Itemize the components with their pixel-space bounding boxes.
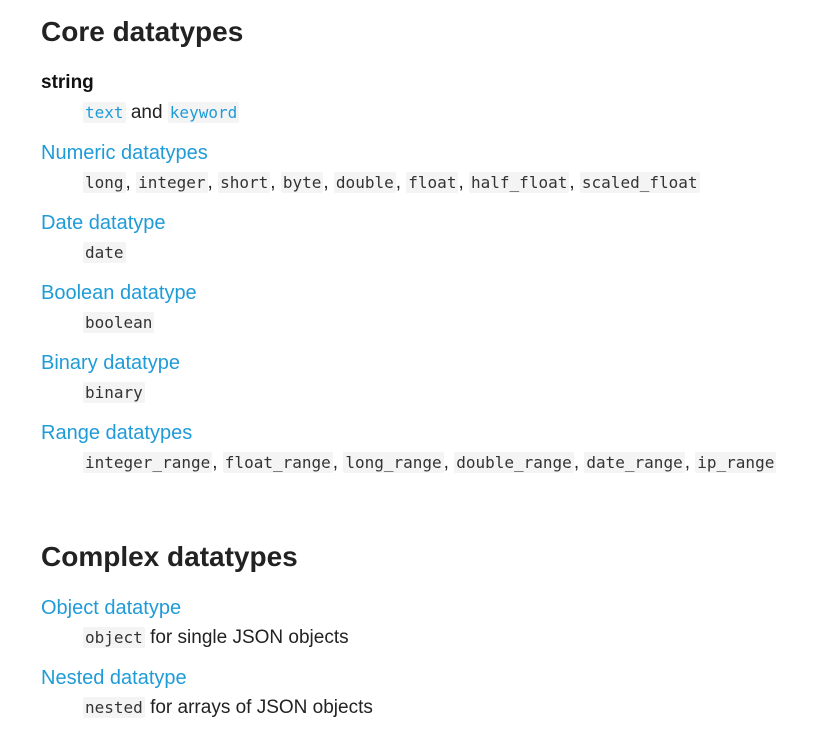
numeric-code: long xyxy=(83,172,126,193)
numeric-code: half_float xyxy=(469,172,570,193)
complex-datatypes-list: Object datatype object for single JSON o… xyxy=(41,594,828,722)
separator: , xyxy=(212,452,218,473)
numeric-code: scaled_float xyxy=(579,172,700,193)
range-code: double_range xyxy=(454,452,574,473)
range-code: float_range xyxy=(222,452,333,473)
text-type-link[interactable]: text xyxy=(83,102,126,123)
separator: , xyxy=(125,172,131,193)
numeric-definition: long, integer, short, byte, double, floa… xyxy=(83,169,828,197)
date-definition: date xyxy=(83,239,828,267)
numeric-code: byte xyxy=(280,172,324,193)
separator: , xyxy=(458,172,464,193)
binary-datatype-link[interactable]: Binary datatype xyxy=(41,349,828,377)
numeric-datatypes-link[interactable]: Numeric datatypes xyxy=(41,139,828,167)
numeric-code: double xyxy=(333,172,396,193)
range-definition: integer_range, float_range, long_range, … xyxy=(83,449,828,477)
nested-definition: nested for arrays of JSON objects xyxy=(83,694,828,722)
range-code: integer_range xyxy=(83,452,213,473)
separator: , xyxy=(395,172,401,193)
separator: , xyxy=(684,452,690,473)
boolean-datatype-link[interactable]: Boolean datatype xyxy=(41,279,828,307)
separator: , xyxy=(569,172,575,193)
nested-code: nested xyxy=(83,697,145,718)
range-code: ip_range xyxy=(695,452,777,473)
core-datatypes-list: string text and keyword Numeric datatype… xyxy=(41,69,828,477)
range-code: date_range xyxy=(584,452,685,473)
separator: , xyxy=(443,452,449,473)
range-code: long_range xyxy=(343,452,444,473)
separator: , xyxy=(323,172,329,193)
binary-code: binary xyxy=(83,382,145,403)
and-word: and xyxy=(130,102,163,123)
range-datatypes-link[interactable]: Range datatypes xyxy=(41,419,828,447)
separator: , xyxy=(332,452,339,473)
boolean-code: boolean xyxy=(83,312,155,333)
nested-description: for arrays of JSON objects xyxy=(150,697,373,718)
binary-definition: binary xyxy=(83,379,828,407)
numeric-code: short xyxy=(218,172,271,193)
boolean-definition: boolean xyxy=(83,309,828,337)
object-code: object xyxy=(83,627,145,648)
core-datatypes-heading: Core datatypes xyxy=(41,16,244,47)
object-datatype-link[interactable]: Object datatype xyxy=(41,594,828,622)
separator: , xyxy=(207,172,213,193)
separator: , xyxy=(270,172,276,193)
object-description: for single JSON objects xyxy=(150,627,349,648)
date-datatype-link[interactable]: Date datatype xyxy=(41,209,828,237)
string-definition: text and keyword xyxy=(83,99,828,127)
string-term: string xyxy=(41,72,94,93)
keyword-type-link[interactable]: keyword xyxy=(167,102,240,123)
numeric-code: float xyxy=(406,172,459,193)
date-code: date xyxy=(83,242,126,263)
object-definition: object for single JSON objects xyxy=(83,624,828,652)
complex-datatypes-heading: Complex datatypes xyxy=(41,541,298,572)
nested-datatype-link[interactable]: Nested datatype xyxy=(41,664,828,692)
page-content: Core datatypes string text and keyword N… xyxy=(0,0,828,722)
separator: , xyxy=(573,452,580,473)
numeric-code: integer xyxy=(136,172,208,193)
